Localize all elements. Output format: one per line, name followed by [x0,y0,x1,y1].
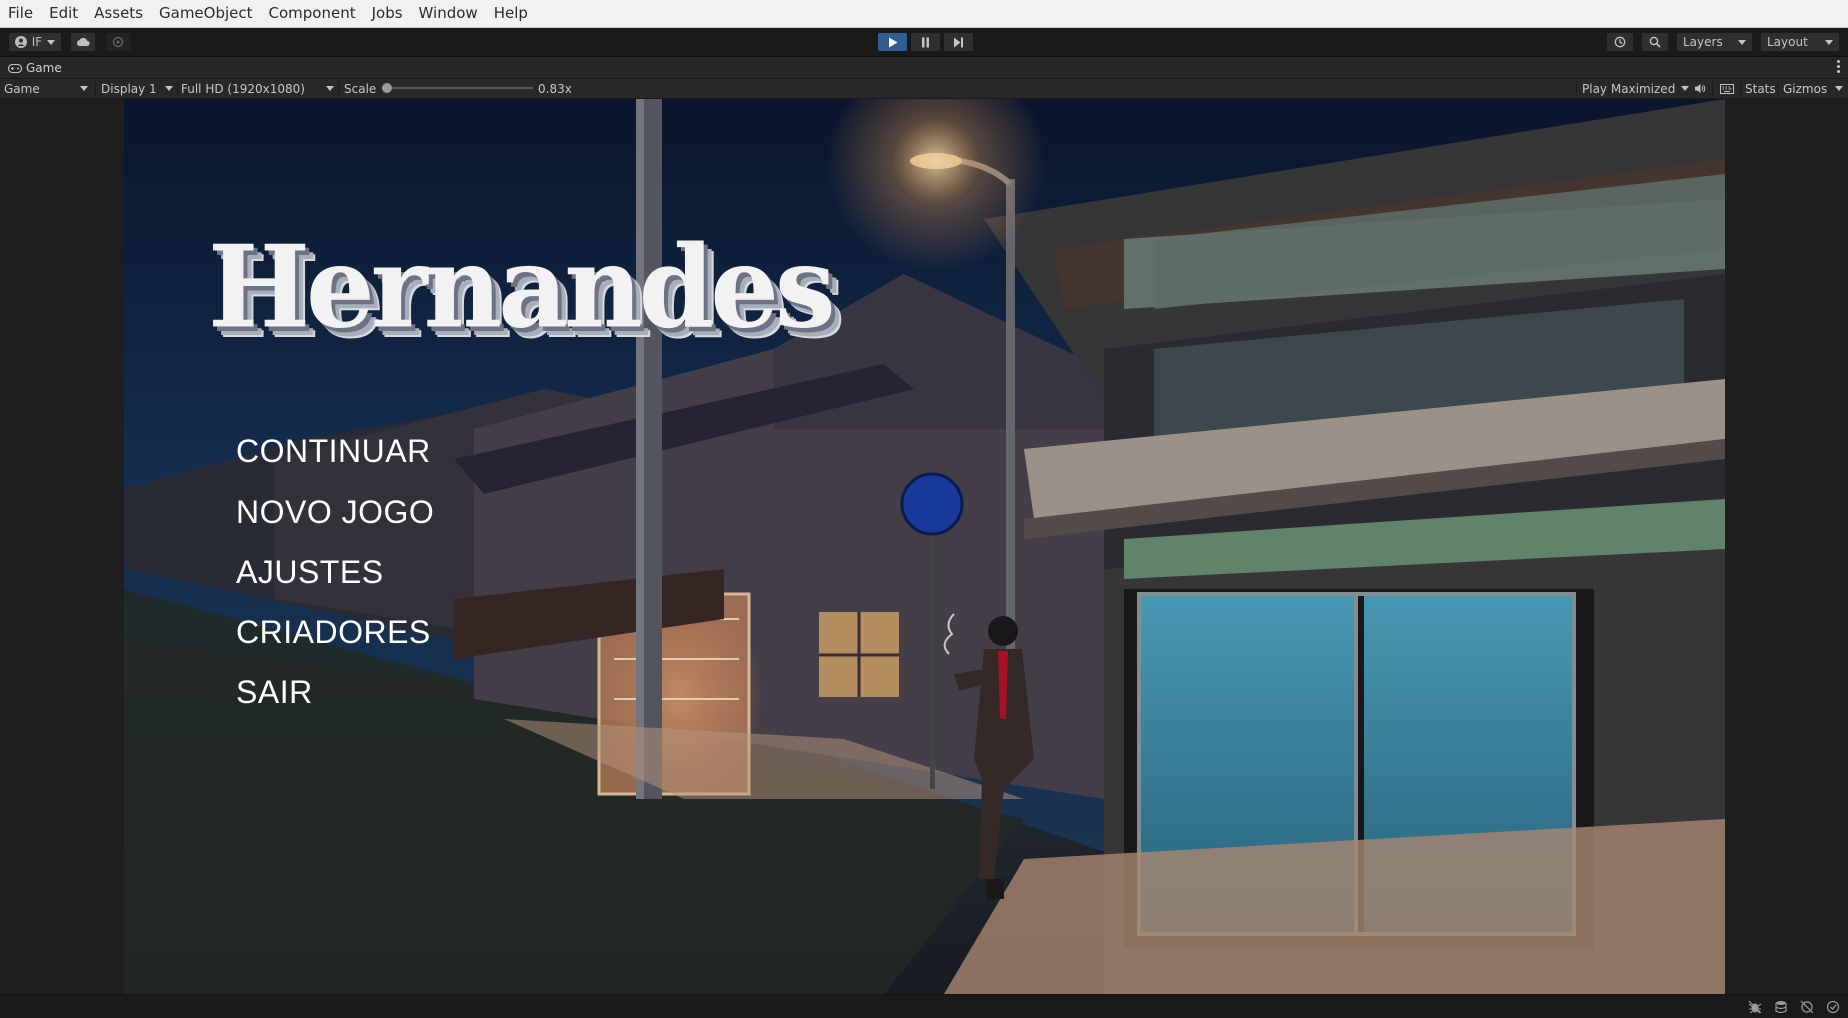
layout-label: Layout [1767,35,1808,49]
play-mode-label: Play Maximized [1582,81,1676,96]
chevron-down-icon [1681,86,1690,91]
main-toolbar: IF Layers Layout [0,28,1848,57]
view-mode-label: Game [4,81,40,96]
divider [1712,81,1713,96]
cache-icon[interactable] [1800,1000,1814,1014]
pause-button[interactable] [910,32,941,52]
menu-continue-button[interactable]: CONTINUAR [236,433,431,470]
chevron-down-icon [165,86,173,91]
gizmos-label: Gizmos [1783,81,1828,96]
pause-icon [922,37,929,47]
menu-bar: File Edit Assets GameObject Component Jo… [0,0,1848,28]
play-mode-dropdown[interactable]: Play Maximized [1582,79,1690,98]
game-title-logo: Hernandes [208,221,836,354]
bug-icon[interactable] [1748,1000,1762,1014]
layers-dropdown[interactable]: Layers [1676,32,1753,52]
menu-jobs[interactable]: Jobs [364,0,411,27]
progress-icon[interactable] [1826,1000,1840,1014]
menu-new-game-button[interactable]: NOVO JOGO [236,494,434,531]
account-label: IF [31,35,43,49]
menu-gameobject[interactable]: GameObject [151,0,261,27]
chevron-down-icon [80,86,88,91]
layout-dropdown[interactable]: Layout [1760,32,1840,52]
collab-icon [112,36,124,48]
collab-button[interactable] [105,32,131,52]
search-icon [1649,36,1661,48]
account-dropdown[interactable]: IF [8,32,62,52]
history-icon [1614,36,1626,48]
divider [1740,81,1741,96]
display-dropdown[interactable]: Display 1 [101,79,173,98]
menu-assets[interactable]: Assets [86,0,151,27]
search-button[interactable] [1641,32,1669,52]
scale-slider-handle[interactable] [382,83,392,93]
divider [338,81,339,96]
chevron-down-icon [1825,39,1833,45]
menu-window[interactable]: Window [411,0,486,27]
chevron-down-icon [1835,86,1843,91]
menu-edit[interactable]: Edit [41,0,86,27]
menu-help[interactable]: Help [486,0,536,27]
divider [1576,81,1577,96]
mute-audio-button[interactable] [1694,79,1706,98]
gizmos-dropdown[interactable]: Gizmos [1783,79,1843,98]
chevron-down-icon [1738,39,1746,45]
scale-slider-track[interactable] [385,87,533,89]
game-view-toolbar: Game Display 1 Full HD (1920x1080) Scale… [0,79,1848,99]
stats-button[interactable]: Stats [1745,79,1776,98]
step-icon [954,37,963,47]
game-viewport: Hernandes CONTINUAR NOVO JOGO AJUSTES CR… [0,99,1848,994]
display-label: Display 1 [101,81,157,96]
menu-component[interactable]: Component [261,0,364,27]
database-icon[interactable] [1774,1000,1788,1014]
gamepad-icon [8,63,22,73]
game-screen[interactable]: Hernandes CONTINUAR NOVO JOGO AJUSTES CR… [124,99,1725,994]
chevron-down-icon [326,86,334,91]
menu-settings-button[interactable]: AJUSTES [236,554,384,591]
speaker-icon [1695,84,1706,93]
keyboard-shortcuts-button[interactable] [1720,79,1734,98]
divider [95,81,96,96]
menu-file[interactable]: File [0,0,41,27]
cloud-button[interactable] [70,32,96,52]
history-button[interactable] [1606,32,1634,52]
cloud-icon [76,37,90,46]
resolution-label: Full HD (1920x1080) [181,81,305,96]
more-options-icon[interactable] [1837,60,1840,74]
status-bar [0,994,1848,1018]
account-icon [14,36,27,48]
divider [1777,81,1778,96]
tab-game[interactable]: Game [4,58,70,78]
tab-game-label: Game [26,61,62,75]
menu-quit-button[interactable]: SAIR [236,674,313,711]
layers-label: Layers [1683,35,1723,49]
tab-bar: Game [0,57,1848,79]
scale-value: 0.83x [538,81,572,96]
step-button[interactable] [943,32,974,52]
view-mode-dropdown[interactable]: Game [4,79,88,98]
play-button[interactable] [877,32,908,52]
scale-label: Scale [344,81,377,96]
chevron-down-icon [47,39,56,45]
resolution-dropdown[interactable]: Full HD (1920x1080) [181,79,334,98]
play-icon [888,37,897,47]
keyboard-icon [1720,83,1734,94]
menu-credits-button[interactable]: CRIADORES [236,614,431,651]
divider [177,81,178,96]
